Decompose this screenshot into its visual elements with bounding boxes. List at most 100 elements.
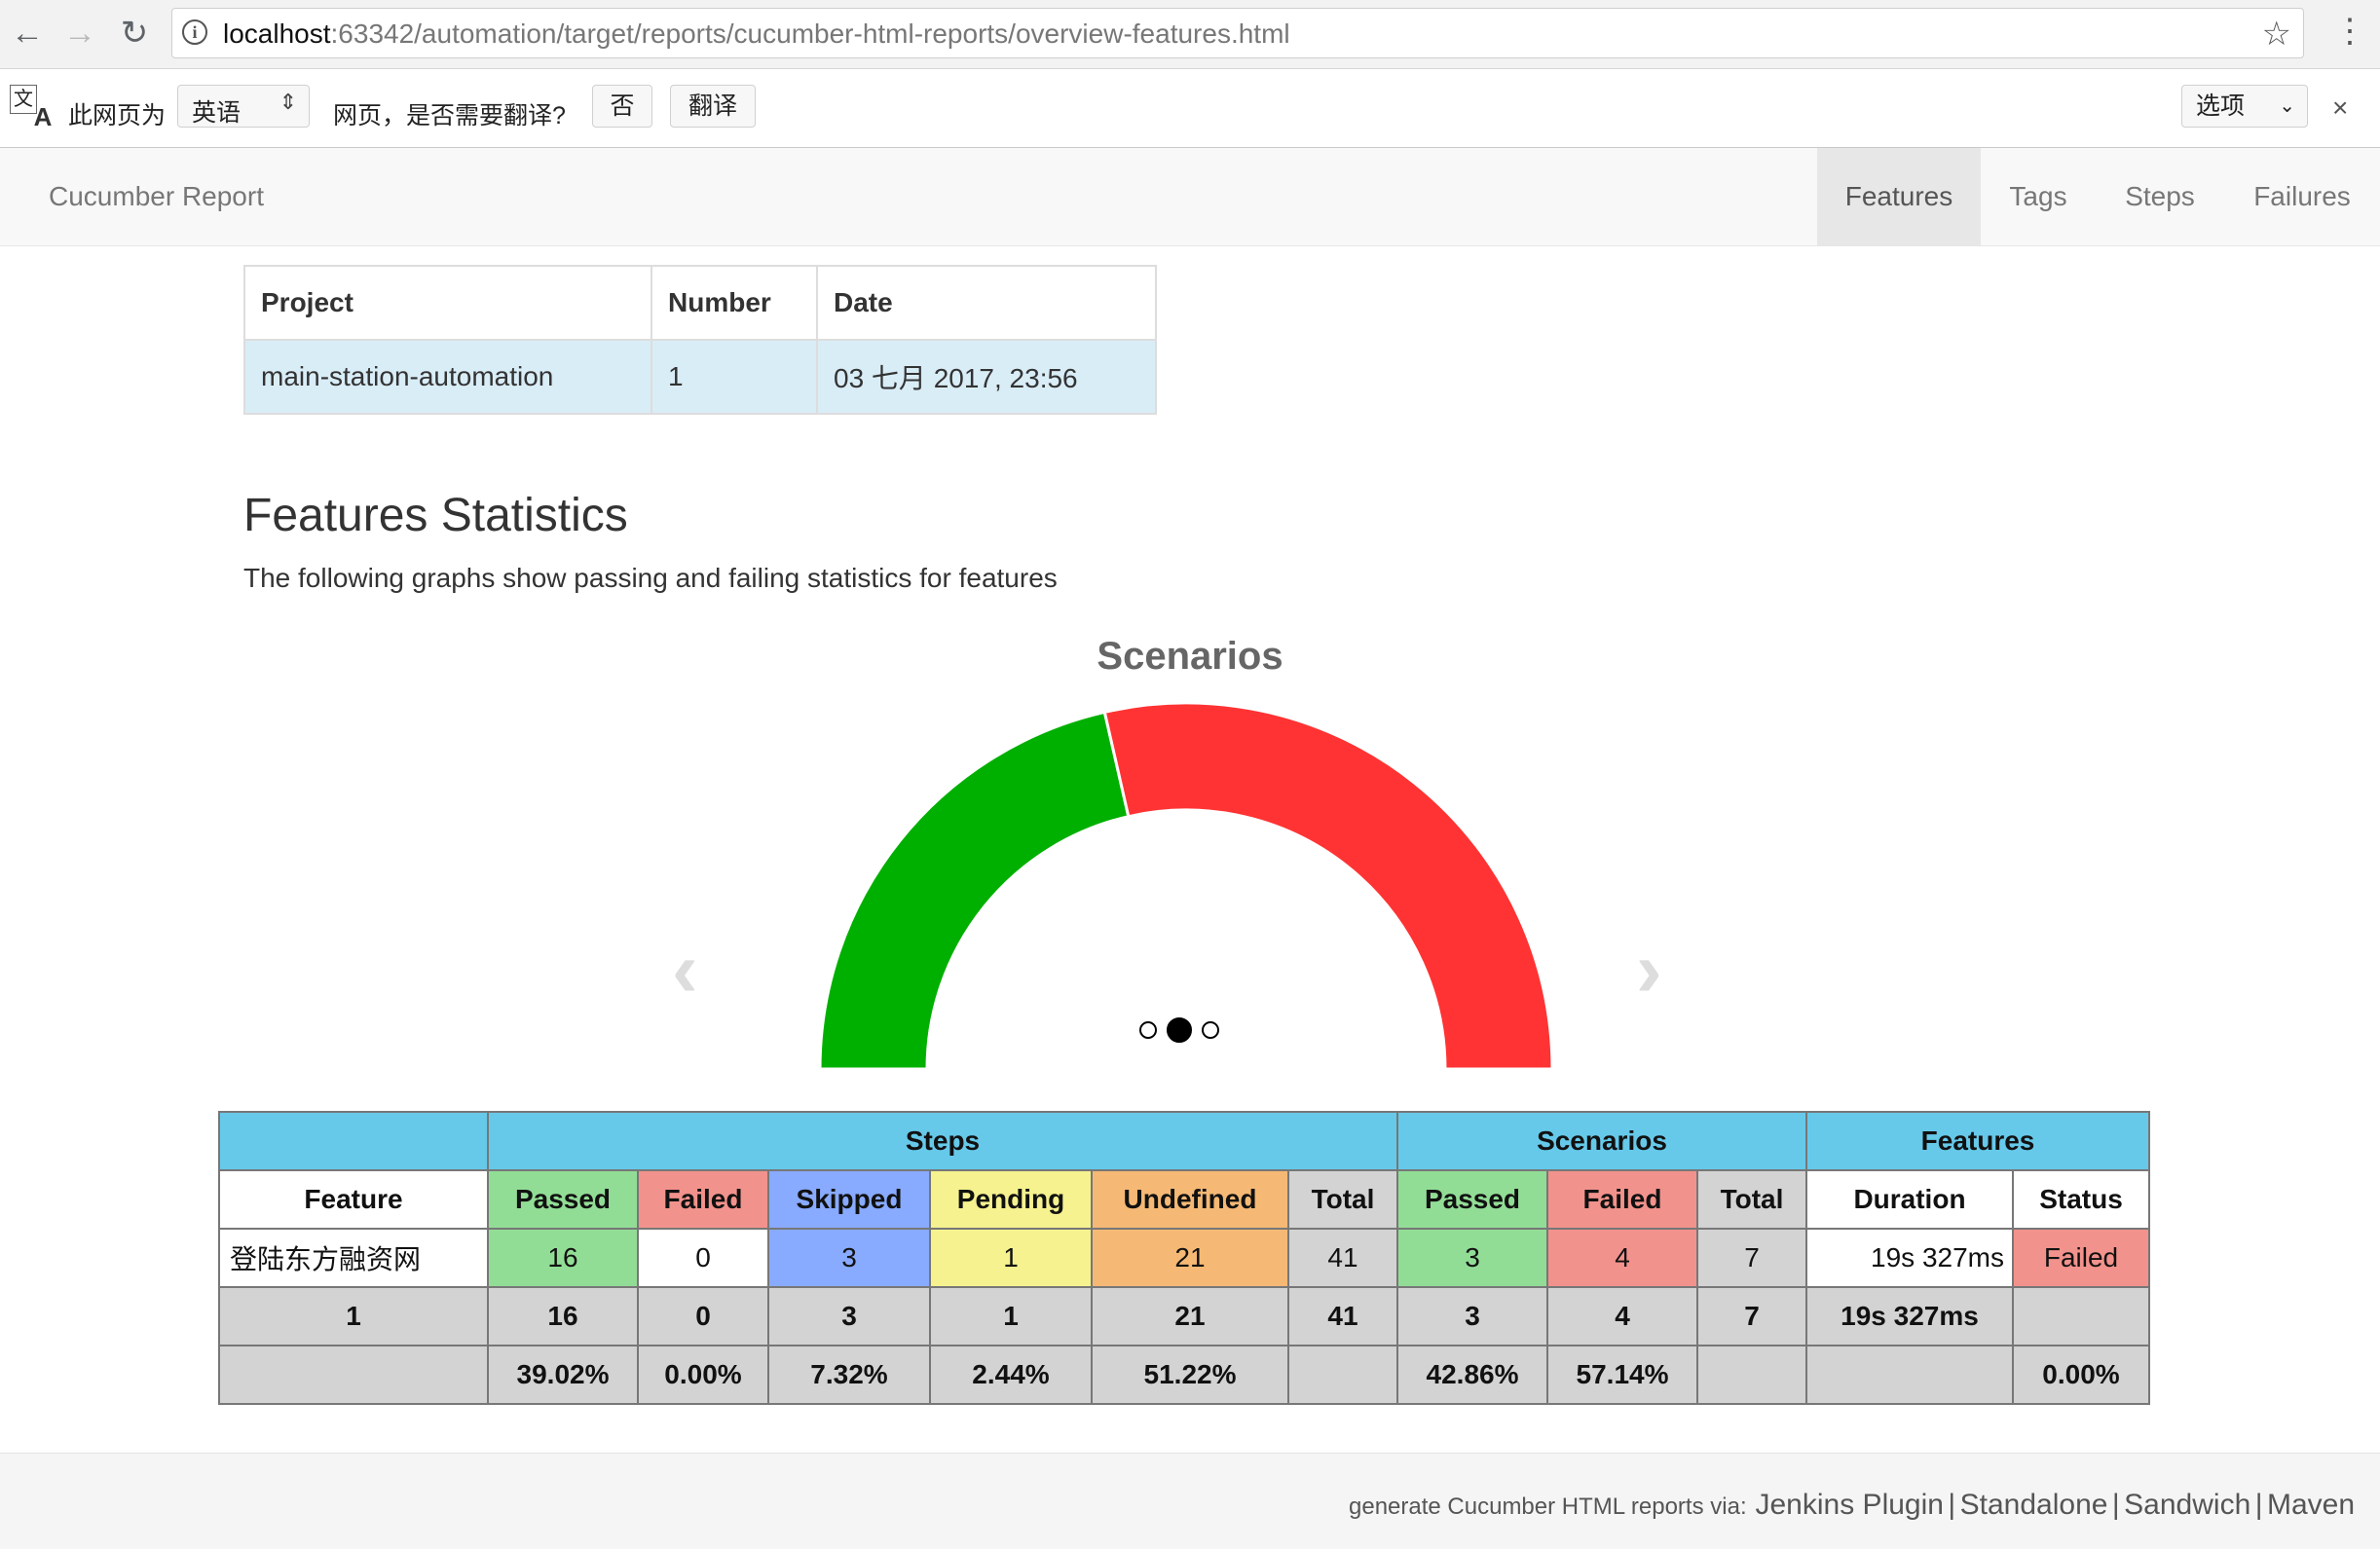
footer-link-jenkins[interactable]: Jenkins Plugin xyxy=(1756,1489,1944,1521)
percent-cell-8: 57.14% xyxy=(1546,1345,1698,1405)
cell-3: 3 xyxy=(767,1228,931,1288)
total-cell-6: 41 xyxy=(1287,1286,1398,1346)
gauge-slice-passed xyxy=(818,710,1131,1069)
translate-prefix-text: 此网页为 xyxy=(68,102,167,129)
page-subtitle: The following graphs show passing and fa… xyxy=(243,563,1058,593)
url-host: localhost xyxy=(223,18,331,49)
table-row: 登陆东方融资网 16 0 3 1 21 41 3 4 7 19s 327ms Failed xyxy=(218,1228,2150,1288)
back-arrow-icon[interactable]: ← xyxy=(8,14,47,53)
footer-text: generate Cucumber HTML reports via: Jenk… xyxy=(1349,1489,2355,1522)
address-bar[interactable]: i localhost:63342/automation/target/repo… xyxy=(171,8,2304,58)
column-header-1: Passed xyxy=(487,1169,639,1230)
total-cell-4: 1 xyxy=(929,1286,1093,1346)
footer-separator: | xyxy=(2254,1489,2263,1521)
cell-1: 16 xyxy=(487,1228,639,1288)
footer-link-standalone[interactable]: Standalone xyxy=(1960,1489,2108,1521)
info-project: main-station-automation xyxy=(243,339,652,415)
footer-link-sandwich[interactable]: Sandwich xyxy=(2124,1489,2250,1521)
gauge-slice-failed xyxy=(1102,701,1554,1069)
url-path: :63342/automation/target/reports/cucumbe… xyxy=(330,18,1290,49)
forward-arrow-icon[interactable]: → xyxy=(60,14,99,53)
footer-link-maven[interactable]: Maven xyxy=(2267,1489,2355,1521)
total-cell-0: 1 xyxy=(218,1286,489,1346)
no-translate-button[interactable]: 否 xyxy=(592,85,652,128)
scenarios-gauge-chart xyxy=(818,701,1554,1069)
column-header-11: Status xyxy=(2012,1169,2150,1230)
bookmark-star-icon[interactable]: ☆ xyxy=(2262,15,2291,54)
select-arrows-icon: ⇕ xyxy=(279,90,297,114)
options-select[interactable]: 选项 ⌄ xyxy=(2181,85,2308,128)
percent-cell-7: 42.86% xyxy=(1396,1345,1548,1405)
report-info-table: Project Number Date main-station-automat… xyxy=(243,265,1157,415)
reload-icon[interactable]: ↻ xyxy=(115,14,154,53)
total-cell-1: 16 xyxy=(487,1286,639,1346)
translate-button[interactable]: 翻译 xyxy=(670,85,756,128)
nav-tags[interactable]: Tags xyxy=(1981,148,2096,245)
percent-cell-0 xyxy=(218,1345,489,1405)
total-cell-2: 0 xyxy=(637,1286,769,1346)
nav-features[interactable]: Features xyxy=(1817,148,1981,245)
browser-toolbar: ← → ↻ i localhost:63342/automation/targe… xyxy=(0,0,2380,69)
group-header-scenarios: Scenarios xyxy=(1396,1111,1807,1171)
feature-link[interactable]: 登陆东方融资网 xyxy=(218,1228,489,1288)
column-header-7: Passed xyxy=(1396,1169,1548,1230)
language-value: 英语 xyxy=(192,99,242,127)
carousel-dot-2[interactable] xyxy=(1202,1021,1219,1039)
cell-2: 0 xyxy=(637,1228,769,1288)
totals-row: 1 16 0 3 1 21 41 3 4 7 19s 327ms xyxy=(218,1286,2150,1346)
total-cell-3: 3 xyxy=(767,1286,931,1346)
total-cell-9: 7 xyxy=(1696,1286,1807,1346)
footer-label: generate Cucumber HTML reports via: xyxy=(1349,1494,1747,1520)
group-header-features: Features xyxy=(1805,1111,2150,1171)
column-header-3: Skipped xyxy=(767,1169,931,1230)
cell-4: 1 xyxy=(929,1228,1093,1288)
total-cell-7: 3 xyxy=(1396,1286,1548,1346)
carousel-dot-0[interactable] xyxy=(1139,1021,1157,1039)
options-label: 选项 xyxy=(2196,92,2246,120)
percent-cell-5: 51.22% xyxy=(1091,1345,1289,1405)
info-icon[interactable]: i xyxy=(182,19,207,45)
carousel-next-icon[interactable]: › xyxy=(1636,925,1662,1014)
url-text[interactable]: localhost:63342/automation/target/report… xyxy=(223,18,1290,50)
close-icon[interactable]: × xyxy=(2332,92,2348,124)
column-header-9: Total xyxy=(1696,1169,1807,1230)
carousel-prev-icon[interactable]: ‹ xyxy=(672,925,698,1014)
column-header-0: Feature xyxy=(218,1169,489,1230)
info-header-project: Project xyxy=(243,265,652,341)
total-cell-11 xyxy=(2012,1286,2150,1346)
column-header-2: Failed xyxy=(637,1169,769,1230)
brand-link[interactable]: Cucumber Report xyxy=(49,181,264,212)
info-date: 03 七月 2017, 23:56 xyxy=(816,339,1157,415)
cell-8: 4 xyxy=(1546,1228,1698,1288)
column-header-10: Duration xyxy=(1805,1169,2014,1230)
column-header-row: Feature Passed Failed Skipped Pending Undefin… xyxy=(218,1169,2150,1230)
more-menu-icon[interactable]: ⋮ xyxy=(2333,12,2366,51)
footer-separator: | xyxy=(2111,1489,2120,1521)
translate-icon: 文 A xyxy=(10,85,56,131)
nav-failures[interactable]: Failures xyxy=(2224,148,2380,245)
group-header-steps: Steps xyxy=(487,1111,1398,1171)
percent-cell-2: 0.00% xyxy=(637,1345,769,1405)
column-header-5: Undefined xyxy=(1091,1169,1289,1230)
footer-separator: | xyxy=(1948,1489,1956,1521)
feature-stats-table: Steps Scenarios Features Feature Passed Fa… xyxy=(218,1111,2150,1405)
percent-cell-11: 0.00% xyxy=(2012,1345,2150,1405)
translate-question-text: 网页，是否需要翻译? xyxy=(333,102,566,129)
percent-cell-9 xyxy=(1696,1345,1807,1405)
percent-cell-10 xyxy=(1805,1345,2014,1405)
cell-9: 7 xyxy=(1696,1228,1807,1288)
language-select[interactable]: 英语 ⇕ xyxy=(177,85,310,128)
total-cell-8: 4 xyxy=(1546,1286,1698,1346)
column-header-4: Pending xyxy=(929,1169,1093,1230)
percent-cell-1: 39.02% xyxy=(487,1345,639,1405)
column-header-6: Total xyxy=(1287,1169,1398,1230)
translate-icon-glyph-b: A xyxy=(33,102,53,131)
percent-cell-4: 2.44% xyxy=(929,1345,1093,1405)
chart-title: Scenarios xyxy=(1097,635,1283,678)
cell-6: 41 xyxy=(1287,1228,1398,1288)
percentages-row: 39.02% 0.00% 7.32% 2.44% 51.22% 42.86% 57.14% 0… xyxy=(218,1345,2150,1405)
group-header-empty xyxy=(218,1111,489,1171)
percent-cell-3: 7.32% xyxy=(767,1345,931,1405)
carousel-dot-1[interactable] xyxy=(1167,1017,1192,1043)
nav-steps[interactable]: Steps xyxy=(2096,148,2224,245)
